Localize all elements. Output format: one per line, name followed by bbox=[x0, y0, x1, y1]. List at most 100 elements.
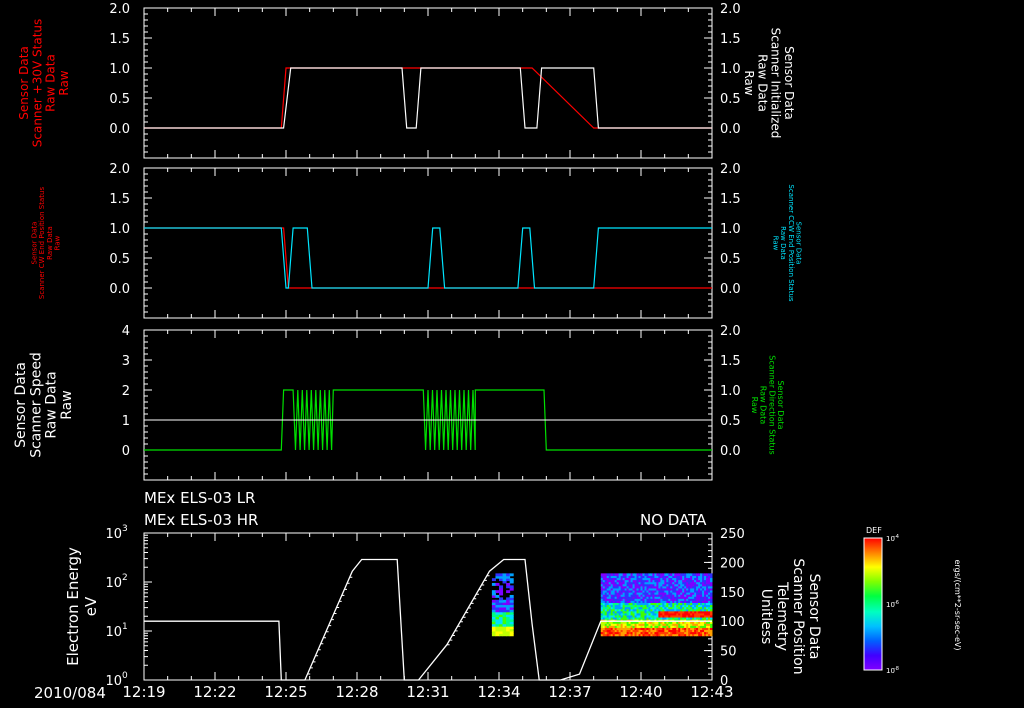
y-tick-label-left: 3 bbox=[122, 354, 130, 369]
y-tick-label-left: 1.0 bbox=[109, 222, 130, 237]
y-tick-label-right: 1.5 bbox=[720, 32, 741, 47]
colorbar: 10 -410 -610 -8ergs/(cm**2-sr-sec-eV) bbox=[863, 534, 962, 675]
panel-frame bbox=[143, 167, 713, 319]
x-axis: 12:19 12:22 12:25 12:28 12:31 12:34 12:37 12:40… bbox=[122, 683, 733, 701]
left-axis-label: eV bbox=[82, 596, 100, 616]
y-tick-label-left: 0.0 bbox=[109, 122, 130, 137]
colorbar-units: ergs/(cm**2-sr-sec-eV) bbox=[953, 559, 962, 650]
panel4-header-lr: MEx ELS-03 LR bbox=[144, 489, 256, 507]
y-tick-label-right: 0.5 bbox=[720, 92, 741, 107]
plot-canvas: 2.0 1.5 1.0 0.5 0.0 2.0 1.5 1.0 0.5 0.0 Sensor Dat… bbox=[13, 2, 962, 701]
right-axis-label: Sensor Data bbox=[782, 46, 796, 120]
spectrogram-cell bbox=[499, 573, 504, 577]
y-tick-label-right: 200 bbox=[720, 556, 745, 571]
colorbar-tick-exponent: -4 bbox=[894, 534, 899, 540]
panel3: 432102.01.51.00.50.0Sensor Data Scanner S… bbox=[13, 324, 785, 481]
left-axis-label: Scanner Speed bbox=[28, 352, 44, 458]
y-tick-label-right: 2.0 bbox=[720, 2, 741, 17]
left-axis-label: Scanner +30V Status bbox=[30, 19, 44, 148]
y-tick-label-left: 10 bbox=[105, 625, 122, 640]
left-axis-label: Raw bbox=[57, 70, 71, 95]
series-ccw-end bbox=[144, 227, 712, 289]
spectrogram-cell bbox=[499, 585, 504, 589]
spectrogram-cell bbox=[499, 597, 504, 601]
spectrogram-cell bbox=[495, 599, 500, 603]
right-axis-label: Raw bbox=[771, 236, 779, 251]
x-tick-label: 12:31 bbox=[406, 683, 449, 701]
spectrogram-cell bbox=[491, 582, 496, 586]
y-tick-label-right: 50 bbox=[720, 645, 737, 660]
y-tick-exponent: 2 bbox=[122, 573, 128, 583]
right-axis-label: Raw Data bbox=[759, 386, 768, 425]
right-axis-label: Unitless bbox=[758, 589, 774, 645]
colorbar-tick-exponent: -8 bbox=[894, 666, 899, 672]
y-tick-label-right: 2.0 bbox=[720, 324, 741, 339]
y-tick-exponent: 0 bbox=[122, 671, 128, 681]
y-tick-label-left: 10 bbox=[105, 527, 122, 542]
x-tick-label: 12:25 bbox=[264, 683, 307, 701]
right-axis-label: Raw bbox=[750, 397, 759, 414]
spectrogram-cell bbox=[509, 585, 514, 589]
spectrogram-cell bbox=[509, 573, 514, 577]
y-tick-label-left: 0.0 bbox=[109, 282, 130, 297]
y-tick-label-left: 2.0 bbox=[109, 2, 130, 17]
y-tick-label-left: 1.0 bbox=[109, 62, 130, 77]
panel1: 2.0 1.5 1.0 0.5 0.0 2.0 1.5 1.0 0.5 0.0 Sensor Dat… bbox=[17, 2, 796, 159]
series-scanner-30v bbox=[144, 67, 712, 129]
y-tick-label-right: 250 bbox=[720, 527, 745, 542]
spectrogram-cell bbox=[506, 582, 511, 586]
y-tick-label-left: 1.5 bbox=[109, 32, 130, 47]
left-axis-label: Raw bbox=[54, 235, 62, 250]
y-tick-label-right: 2.0 bbox=[720, 162, 741, 177]
left-axis-label: Sensor Data bbox=[13, 362, 29, 448]
right-axis-label: Scanner Position bbox=[790, 558, 806, 674]
x-tick-label: 12:40 bbox=[619, 683, 662, 701]
panel-frame bbox=[143, 7, 713, 159]
series-scanner-initialized bbox=[144, 67, 712, 129]
spectrogram-cell bbox=[495, 590, 500, 594]
y-tick-exponent: 1 bbox=[122, 622, 128, 632]
series-cw-end bbox=[144, 227, 712, 289]
y-tick-label-right: 0.0 bbox=[720, 444, 741, 459]
spectrogram-cell bbox=[502, 599, 507, 603]
y-tick-label-right: 1.0 bbox=[720, 62, 741, 77]
colorbar-title: DEF bbox=[866, 526, 882, 535]
y-tick-label-right: 1.0 bbox=[720, 222, 741, 237]
left-axis-label: Raw Data bbox=[44, 54, 58, 112]
y-tick-label-left: 0.5 bbox=[109, 252, 130, 267]
y-tick-label-right: 0.5 bbox=[720, 252, 741, 267]
y-tick-label-left: 0.5 bbox=[109, 92, 130, 107]
y-tick-label-right: 100 bbox=[720, 615, 745, 630]
y-tick-label-left: 2.0 bbox=[109, 162, 130, 177]
spectrogram-cell bbox=[491, 590, 496, 594]
spectrogram-cell bbox=[509, 578, 514, 582]
spectrogram-cell bbox=[495, 573, 500, 577]
x-tick-label: 12:43 bbox=[690, 683, 733, 701]
y-tick-label-left: 4 bbox=[122, 324, 130, 339]
y-tick-label-left: 1 bbox=[122, 414, 130, 429]
y-tick-label-right: 1.0 bbox=[720, 384, 741, 399]
panel4-header-hr: MEx ELS-03 HR bbox=[144, 511, 259, 529]
spectrogram-cell bbox=[495, 582, 500, 586]
right-axis-label: Scanner Initialized bbox=[769, 28, 783, 139]
y-tick-label-right: 0.0 bbox=[720, 122, 741, 137]
spectrogram-cell bbox=[710, 573, 713, 576]
y-tick-label-left: 10 bbox=[105, 576, 122, 591]
y-tick-label-left: 1.5 bbox=[109, 192, 130, 207]
left-axis-label: Raw Data bbox=[44, 371, 60, 438]
y-tick-label-left: 0 bbox=[122, 444, 130, 459]
right-axis-label: Sensor Data bbox=[776, 380, 785, 429]
y-tick-label-right: 1.5 bbox=[720, 192, 741, 207]
panel2: 2.01.51.00.50.02.01.51.00.50.0Sensor Dat… bbox=[30, 162, 803, 319]
spectrogram-cell bbox=[506, 597, 511, 601]
y-tick-label-left: 2 bbox=[122, 384, 130, 399]
x-tick-label: 12:19 bbox=[122, 683, 165, 701]
x-tick-label: 12:34 bbox=[477, 683, 520, 701]
colorbar-tick-exponent: -6 bbox=[894, 600, 899, 606]
spectrogram-cell bbox=[495, 594, 500, 598]
x-tick-label: 12:22 bbox=[193, 683, 236, 701]
spectrogram-cell bbox=[491, 599, 496, 603]
right-axis-label: Telemetry bbox=[774, 581, 790, 651]
colorbar-bar bbox=[863, 537, 883, 671]
y-tick-label-right: 0.0 bbox=[720, 282, 741, 297]
